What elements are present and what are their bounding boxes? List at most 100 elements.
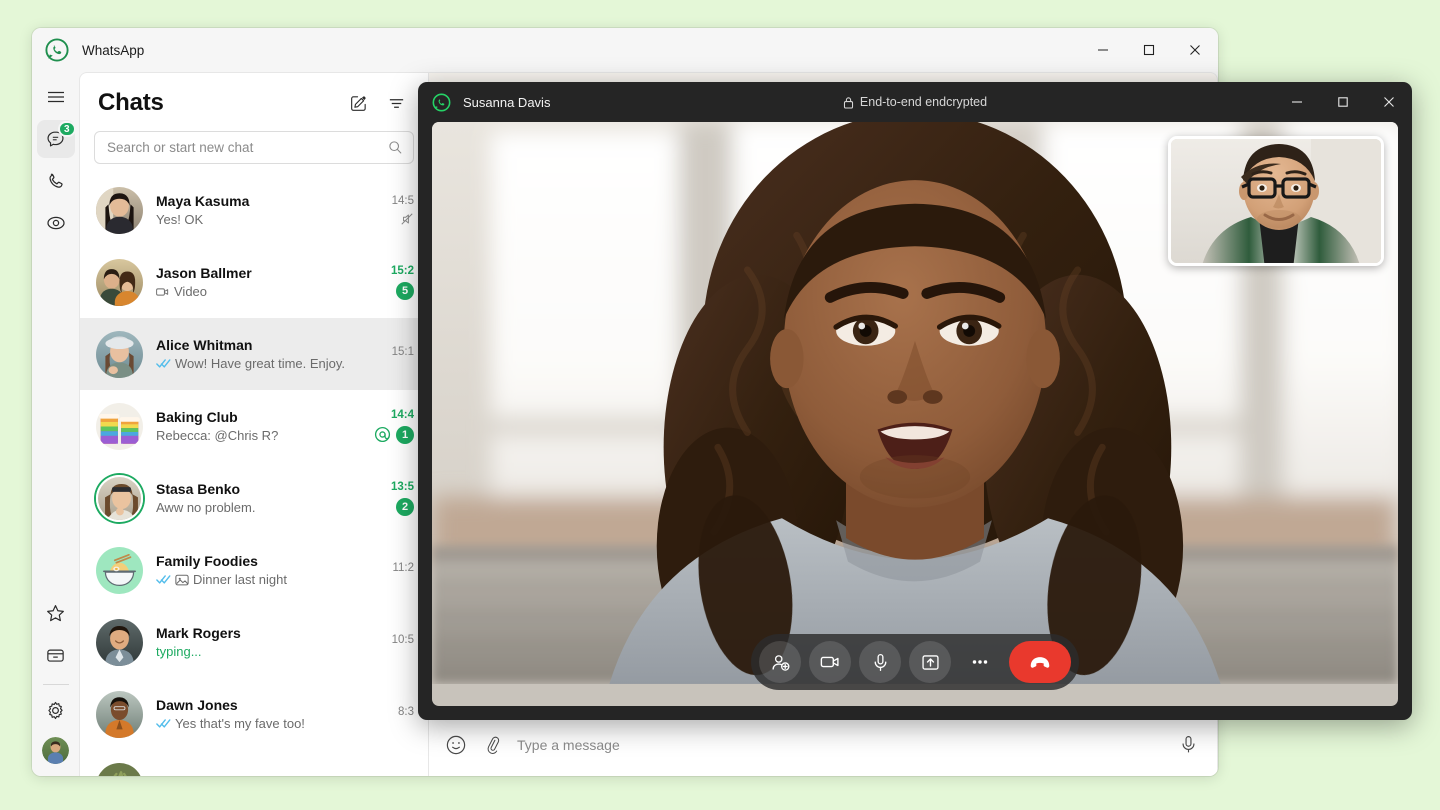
chat-item-text: Family Foodies Dinner last night (156, 553, 386, 587)
chat-item-preview: typing... (156, 644, 386, 659)
chat-list-item[interactable]: Dawn Jones Yes that's my fave too! 8:3 (80, 678, 428, 750)
calls-nav-item[interactable] (37, 162, 75, 200)
call-maximize-button[interactable] (1320, 82, 1366, 122)
chat-list-item[interactable]: Maya Kasuma Yes! OK 14:5 (80, 174, 428, 246)
chat-item-badges: 2 (396, 497, 414, 516)
user-profile-avatar[interactable] (42, 737, 69, 764)
microphone-icon[interactable] (1178, 734, 1199, 755)
chat-item-timestamp: 15:2 (390, 264, 414, 277)
status-circle-icon (46, 213, 66, 233)
archive-box-icon (45, 645, 66, 666)
chat-item-preview-text: Yes that's my fave too! (175, 716, 305, 731)
chat-list-header-actions (342, 87, 412, 119)
lock-icon (843, 96, 854, 109)
chat-item-text: Stasa Benko Aww no problem. (156, 481, 385, 515)
chat-list-item[interactable]: Mark Rogers typing... 10:5 (80, 606, 428, 678)
status-nav-item[interactable] (37, 204, 75, 242)
whatsapp-logo-icon (45, 38, 69, 62)
search-placeholder: Search or start new chat (107, 140, 254, 155)
chat-item-timestamp: 10:5 (391, 633, 414, 646)
chat-item-preview-text: Yes! OK (156, 212, 204, 227)
paperclip-icon[interactable] (481, 734, 503, 756)
message-input[interactable]: Type a message (517, 737, 1164, 753)
star-icon (45, 603, 66, 624)
maximize-button[interactable] (1126, 28, 1172, 72)
video-call-window: Susanna Davis End-to-end endcrypted (418, 82, 1412, 720)
screen-share-icon (920, 652, 941, 673)
chat-item-text: Mark Rogers typing... (156, 625, 386, 659)
avatar (96, 258, 143, 306)
end-call-handset-icon (1027, 649, 1053, 675)
chat-item-timestamp: 14:4 (390, 408, 414, 421)
chat-list-header: Chats (80, 73, 428, 125)
call-video-stage (432, 122, 1398, 706)
gear-icon (45, 700, 66, 721)
avatar (96, 690, 143, 738)
archived-chats-button[interactable] (37, 636, 75, 674)
menu-button[interactable] (37, 78, 75, 116)
chat-list-item[interactable]: Jason Ballmer Video 15:2 5 (80, 246, 428, 318)
avatar (96, 330, 143, 378)
add-person-icon (770, 652, 791, 673)
call-close-button[interactable] (1366, 82, 1412, 122)
starred-messages-button[interactable] (37, 594, 75, 632)
toggle-microphone-button[interactable] (859, 641, 901, 683)
chat-item-badges: 1 (374, 425, 414, 444)
chat-item-preview: Wow! Have great time. Enjoy. (156, 356, 386, 371)
chat-item-name: Maya Kasuma (156, 193, 250, 209)
navigation-rail: 3 (32, 72, 79, 776)
chat-item-preview: Video (156, 284, 385, 299)
chat-item-meta: 10:5 (392, 634, 414, 651)
chat-item-name: Jason Ballmer (156, 265, 252, 281)
chat-rows: Maya Kasuma Yes! OK 14:5 Jason Ballmer Vide… (80, 174, 428, 776)
chat-item-text: Jason Ballmer Video (156, 265, 385, 299)
chat-item-name: Alice Whitman (156, 337, 253, 353)
chat-item-meta: 13:5 2 (391, 481, 414, 516)
video-camera-icon (156, 285, 170, 299)
toggle-camera-button[interactable] (809, 641, 851, 683)
chat-list-panel: Chats Search or start new chat Maya Kasu… (79, 72, 428, 776)
chat-item-meta: 15:1 (392, 346, 414, 363)
chat-item-preview: Rebecca: @Chris R? (156, 428, 368, 443)
avatar (96, 762, 143, 776)
chat-item-name: Baking Club (156, 409, 238, 425)
add-participant-button[interactable] (759, 641, 801, 683)
minimize-button[interactable] (1080, 28, 1126, 72)
chat-list-item[interactable]: Alice Whitman Wow! Have great time. Enjoy… (80, 318, 428, 390)
share-screen-button[interactable] (909, 641, 951, 683)
chat-item-preview-text: Rebecca: @Chris R? (156, 428, 279, 443)
image-icon (175, 573, 189, 587)
new-chat-button[interactable] (342, 87, 374, 119)
encryption-label: End-to-end endcrypted (859, 95, 988, 109)
chat-list-item[interactable]: Family Foodies Dinner last night 11:2 (80, 534, 428, 606)
whatsapp-logo-icon (432, 93, 451, 112)
chats-nav-item[interactable]: 3 (36, 120, 76, 158)
end-call-button[interactable] (1009, 641, 1071, 683)
chat-item-preview-text: Dinner last night (193, 572, 287, 587)
chat-item-meta: 14:5 (392, 195, 414, 226)
page-title: Chats (98, 89, 164, 116)
chat-item-preview: Yes that's my fave too! (156, 716, 392, 731)
filter-chats-button[interactable] (380, 87, 412, 119)
settings-button[interactable] (37, 691, 75, 729)
self-view-video[interactable] (1168, 136, 1384, 266)
chat-list-item[interactable]: Stasa Benko Aww no problem. 13:5 2 (80, 462, 428, 534)
close-button[interactable] (1172, 28, 1218, 72)
chat-item-name: Mark Rogers (156, 625, 241, 641)
chat-item-preview: Dinner last night (156, 572, 386, 587)
chat-list-item[interactable]: Baking Club Rebecca: @Chris R? 14:4 1 (80, 390, 428, 462)
more-options-button[interactable] (959, 641, 1001, 683)
search-input[interactable]: Search or start new chat (94, 131, 414, 164)
emoji-smiley-icon[interactable] (445, 734, 467, 756)
chat-list-item[interactable]: Ziggy Woodley9:43 (80, 750, 428, 776)
window-controls (1080, 28, 1218, 72)
hamburger-menu-icon (46, 87, 66, 107)
muted-icon (400, 212, 414, 226)
call-controls-bar (751, 634, 1079, 690)
read-receipt-ticks-icon (156, 718, 171, 729)
call-titlebar: Susanna Davis End-to-end endcrypted (418, 82, 1412, 122)
chat-item-timestamp: 15:1 (391, 345, 414, 358)
chat-item-text: Dawn Jones Yes that's my fave too! (156, 697, 392, 731)
call-minimize-button[interactable] (1274, 82, 1320, 122)
app-title: WhatsApp (82, 42, 145, 58)
